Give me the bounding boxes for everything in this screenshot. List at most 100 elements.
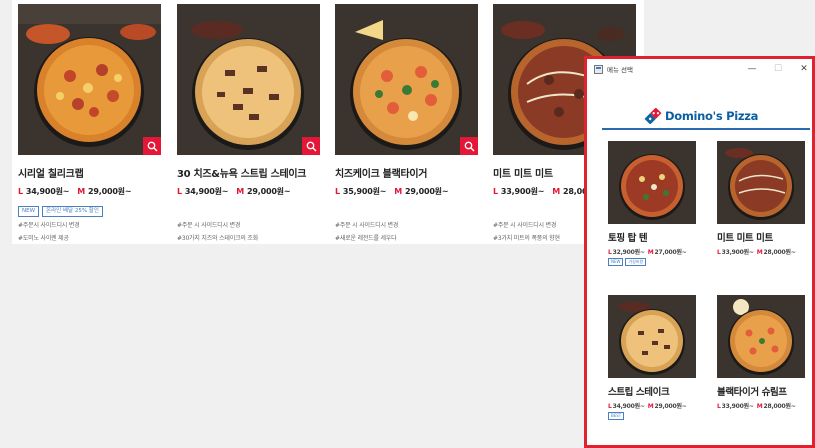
size-large-label: L [335,187,340,196]
badge-list: NEW 온라인 배달 25% 할인 [18,206,161,217]
price-large: 33,900원~ [721,403,754,410]
menu-item[interactable]: 미트 미트 미트 L33,900원~ M28,000원~ [717,141,807,267]
size-large-label: L [177,187,182,196]
close-button[interactable]: ✕ [797,62,811,76]
price-medium: 28,000원~ [763,249,796,256]
price-medium: 29,000원~ [88,187,132,196]
price-large: 33,900원~ [721,249,754,256]
product-card[interactable]: 30 치즈&뉴욕 스트립 스테이크 L 34,900원~ M 29,000원~ #주문… [177,4,320,242]
product-tag: #30가지 치즈와 스테이크의 조화 [177,235,259,242]
product-listing-page: 시리얼 칠리크랩 L 34,900원~ M 29,000원~ NEW 온라인 배달 25… [12,0,644,244]
price-large: 32,900원~ [612,249,645,256]
discount-badge: 온라인 배달 25% 할인 [42,206,103,217]
product-name[interactable]: 시리얼 칠리크랩 [18,165,161,180]
search-icon [464,141,474,151]
size-large-label: L [608,403,612,410]
window-app-icon [594,65,603,74]
pizza-photo[interactable] [608,295,696,378]
menu-item-price: L33,900원~ M28,000원~ [717,247,807,256]
size-medium-label: M [77,187,86,196]
value-badge: 가성비왕 [625,258,647,266]
window-title: 메뉴 선택 [607,66,633,74]
menu-item-price: L33,900원~ M28,000원~ [717,401,807,410]
pizza-image [717,295,805,378]
badge-list [717,258,807,267]
product-tag: #주문시 사이드디시 변경 [18,222,80,229]
pizza-photo[interactable] [335,4,478,155]
price-large: 35,900원~ [342,187,387,196]
product-price: L 35,900원~ M 29,000원~ [335,186,478,197]
size-large-label: L [493,187,498,196]
pizza-photo[interactable] [608,141,696,224]
size-large-label: L [717,403,721,410]
zoom-button[interactable] [302,137,320,155]
size-medium-label: M [756,249,763,256]
size-large-label: L [18,187,23,196]
product-tag: #도미노 사이렌 제공 [18,235,69,242]
menu-item[interactable]: 스트립 스테이크 L34,900원~ M29,000원~ BEST [608,295,698,421]
price-large: 33,900원~ [500,187,545,196]
size-large-label: L [717,249,721,256]
size-medium-label: M [236,187,245,196]
best-badge: BEST [608,412,625,420]
product-card[interactable]: 시리얼 칠리크랩 L 34,900원~ M 29,000원~ NEW 온라인 배달 25… [18,4,161,242]
badge-list [335,206,478,217]
size-medium-label: M [756,403,763,410]
price-large: 34,900원~ [25,187,70,196]
menu-item-price: L32,900원~ M27,000원~ [608,247,698,256]
product-tag: #새로운 레전드를 세우다 [335,235,397,242]
price-large: 34,900원~ [612,403,645,410]
product-name[interactable]: 치즈케이크 블랙타이거 [335,165,478,180]
pizza-photo[interactable] [717,295,805,378]
search-icon [306,141,316,151]
price-large: 34,900원~ [184,187,229,196]
pizza-photo[interactable] [717,141,805,224]
new-badge: NEW [608,258,624,266]
product-tag: #주문 시 사이드디시 변경 [177,222,241,229]
maximize-button[interactable]: ☐ [771,62,785,76]
zoom-button[interactable] [143,137,161,155]
pizza-image [177,4,320,155]
dominos-logo-icon [644,108,662,124]
badge-list: BEST [608,412,698,421]
size-medium-label: M [647,249,654,256]
badge-list [717,412,807,421]
pizza-photo[interactable] [177,4,320,155]
pizza-image [717,141,805,224]
size-medium-label: M [647,403,654,410]
product-tag: #주문 시 사이드디시 변경 [335,222,399,229]
price-medium: 29,000원~ [247,187,291,196]
pizza-photo[interactable] [18,4,161,155]
size-large-label: L [608,249,612,256]
product-name[interactable]: 30 치즈&뉴욕 스트립 스테이크 [177,165,320,180]
size-medium-label: M [394,187,403,196]
price-medium: 28,000원~ [763,403,796,410]
badge-list [177,206,320,217]
product-card[interactable]: 치즈케이크 블랙타이거 L 35,900원~ M 29,000원~ #주문 시 사이드… [335,4,478,242]
minimize-button[interactable]: — [745,62,759,76]
pizza-image [608,141,696,224]
pizza-image [335,4,478,155]
menu-item-price: L34,900원~ M29,000원~ [608,401,698,410]
size-medium-label: M [552,187,561,196]
menu-item-name[interactable]: 미트 미트 미트 [717,230,807,244]
menu-item[interactable]: 토핑 탑 텐 L32,900원~ M27,000원~ NEW 가성비왕 [608,141,698,267]
price-medium: 29,000원~ [654,403,687,410]
menu-select-window: 메뉴 선택 — ☐ ✕ Domino's Pizza 토핑 탑 텐 L32,90… [584,56,815,448]
new-badge: NEW [18,206,40,217]
zoom-button[interactable] [460,137,478,155]
product-price: L 34,900원~ M 29,000원~ [18,186,161,197]
product-price: L 34,900원~ M 29,000원~ [177,186,320,197]
window-titlebar[interactable]: 메뉴 선택 — ☐ ✕ [587,59,812,81]
menu-item-name[interactable]: 스트립 스테이크 [608,384,698,398]
brand-name: Domino's Pizza [665,109,759,123]
menu-item[interactable]: 블랙타이거 슈림프 L33,900원~ M28,000원~ [717,295,807,421]
price-medium: 27,000원~ [654,249,687,256]
menu-item-name[interactable]: 토핑 탑 텐 [608,230,698,244]
pizza-image [18,4,161,155]
menu-item-name[interactable]: 블랙타이거 슈림프 [717,384,807,398]
badge-list: NEW 가성비왕 [608,258,698,267]
pizza-image [608,295,696,378]
brand-header: Domino's Pizza [644,108,758,124]
price-medium: 29,000원~ [405,187,449,196]
